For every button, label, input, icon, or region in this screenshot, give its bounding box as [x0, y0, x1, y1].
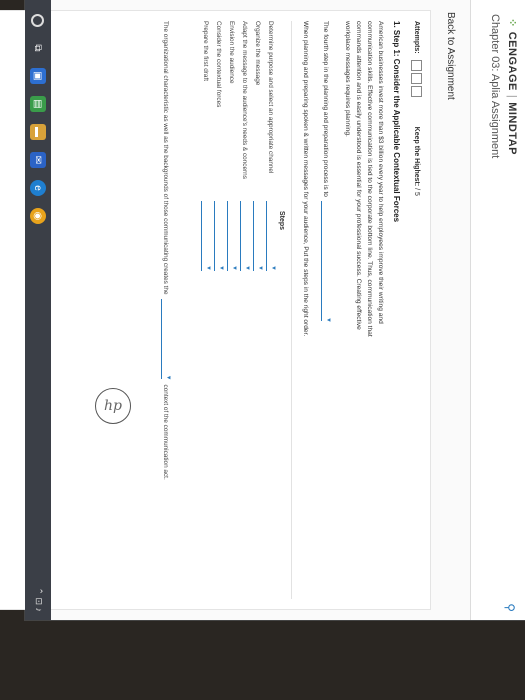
dropdown-arrow-icon: ▼	[325, 317, 331, 323]
step-row: Envision the audience ▼	[226, 21, 238, 599]
step-order-dropdown[interactable]: ▼	[227, 201, 238, 271]
dropdown-arrow-icon: ▼	[205, 265, 212, 271]
folder-icon[interactable]: ▬	[30, 124, 46, 140]
search-icon[interactable]: ⚲	[503, 603, 517, 612]
step-order-dropdown[interactable]: ▼	[266, 201, 277, 271]
step-row: Consider the contextual forces ▼	[213, 21, 225, 599]
task-view-icon[interactable]: ⧉	[30, 40, 46, 56]
step-label: Envision the audience	[228, 21, 236, 84]
attempt-boxes	[411, 59, 422, 99]
step-row: Prepare the first draft ▼	[200, 21, 212, 599]
app-header: ⁘ CENGAGE | MINDTAP Chapter 03: Aplia As…	[470, 0, 525, 620]
step-order-dropdown[interactable]: ▼	[201, 201, 212, 271]
step-label: Adapt the message to the audience's need…	[241, 21, 249, 179]
keep-highest-value: / 5	[413, 188, 420, 196]
step-label: Prepare the first draft	[202, 21, 210, 82]
final-text-before: The organizational characteristic as wel…	[162, 21, 169, 295]
brand-name: CENGAGE	[506, 31, 519, 91]
cengage-dots-icon: ⁘	[506, 18, 518, 28]
final-text-after: context of the communication act.	[162, 384, 169, 480]
steps-section: Steps Determine purpose and select an ap…	[200, 21, 292, 599]
step-row: Adapt the message to the audience's need…	[239, 21, 251, 599]
system-tray[interactable]: ⌃ ⊡ ♪	[33, 587, 44, 612]
step-label: Consider the contextual forces	[215, 21, 223, 108]
context-dropdown[interactable]: ▼	[161, 298, 171, 381]
brand-logo: ⁘ CENGAGE | MINDTAP	[506, 18, 519, 155]
keep-highest-label: Keep the Highest:	[413, 126, 420, 187]
step-title: 1. Step 1: Consider the Applicable Conte…	[392, 21, 401, 223]
dropdown-arrow-icon: ▼	[244, 265, 251, 271]
taskbar: ⧉ ▣ ▤ ▬ ✉ e ◉ ⌃ ⊡ ♪	[25, 0, 51, 620]
attempts-label: Attempts:	[413, 21, 420, 54]
step-order-dropdown[interactable]: ▼	[214, 201, 225, 271]
step-label: Determine purpose and select an appropri…	[267, 21, 275, 174]
hp-logo: hp	[95, 388, 131, 424]
dropdown-arrow-icon: ▼	[165, 374, 171, 381]
browser-screen: ⁘ CENGAGE | MINDTAP Chapter 03: Aplia As…	[0, 0, 525, 620]
step-label: Organize the message	[254, 21, 262, 86]
step-row: Determine purpose and select an appropri…	[265, 21, 277, 599]
attempts-row: Attempts: Keep the Highest: / 5	[411, 21, 422, 599]
instruction-text: When planning and preparing spoken & wri…	[302, 21, 309, 337]
step-row: Organize the message ▼	[252, 21, 264, 599]
fourth-step-dropdown[interactable]: ▼	[321, 200, 331, 323]
dropdown-arrow-icon: ▼	[218, 265, 225, 271]
edge-icon[interactable]: e	[30, 180, 46, 196]
mail-icon[interactable]: ✉	[30, 152, 46, 168]
product-name: MINDTAP	[506, 102, 519, 155]
step-order-dropdown[interactable]: ▼	[253, 201, 264, 271]
dropdown-arrow-icon: ▼	[231, 265, 238, 271]
dropdown-arrow-icon: ▼	[270, 265, 277, 271]
chrome-icon[interactable]: ◉	[30, 208, 46, 224]
dropdown-arrow-icon: ▼	[257, 265, 264, 271]
intro-paragraph: American businesses invest more than $3 …	[344, 21, 384, 337]
step-order-dropdown[interactable]: ▼	[240, 201, 251, 271]
back-to-assignment-link[interactable]: Back to Assignment	[445, 12, 456, 620]
fourth-step-text: The fourth step in the planning and prep…	[322, 21, 329, 197]
steps-header: Steps	[278, 211, 285, 231]
question-panel: Attempts: Keep the Highest: / 5 1. Step …	[0, 10, 431, 610]
app-icon[interactable]: ▤	[30, 96, 46, 112]
store-icon[interactable]: ▣	[30, 68, 46, 84]
search-circle-icon[interactable]	[30, 12, 46, 28]
fourth-step-question: The fourth step in the planning and prep…	[321, 21, 331, 599]
chapter-title: Chapter 03: Aplia Assignment	[489, 14, 501, 159]
final-question: The organizational characteristic as wel…	[161, 21, 171, 599]
